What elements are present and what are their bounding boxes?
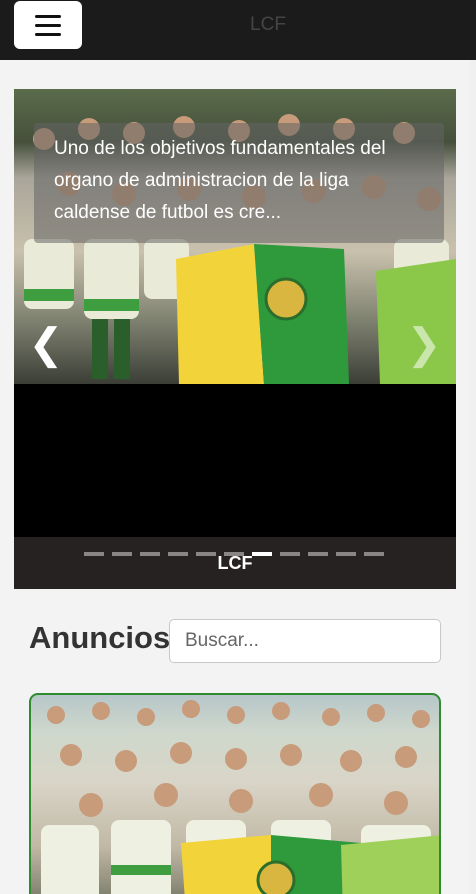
carousel-slide-photo[interactable]: Uno de los objetivos fundamentales del o…: [14, 89, 456, 384]
page-scrollbar[interactable]: [470, 60, 476, 894]
carousel-footer: LCF: [14, 537, 456, 589]
announcement-card-image: [41, 700, 439, 894]
chevron-left-icon: ❮: [28, 320, 64, 367]
carousel-caption: Uno de los objetivos fundamentales del o…: [34, 123, 444, 243]
carousel-label: LCF: [217, 553, 253, 573]
carousel-caption-text: Uno de los objetivos fundamentales del o…: [54, 138, 386, 223]
navbar-brand[interactable]: LCF: [0, 14, 476, 36]
news-carousel: Uno de los objetivos fundamentales del o…: [14, 89, 456, 589]
carousel-prev-button[interactable]: ❮: [26, 319, 66, 369]
announcement-card[interactable]: [29, 693, 441, 894]
chevron-right-icon: ❯: [406, 320, 442, 367]
section-title-anuncios: Anuncios: [29, 620, 171, 655]
top-navbar: LCF: [0, 0, 476, 60]
search-input[interactable]: [169, 619, 441, 663]
carousel-next-button[interactable]: ❯: [404, 319, 444, 369]
